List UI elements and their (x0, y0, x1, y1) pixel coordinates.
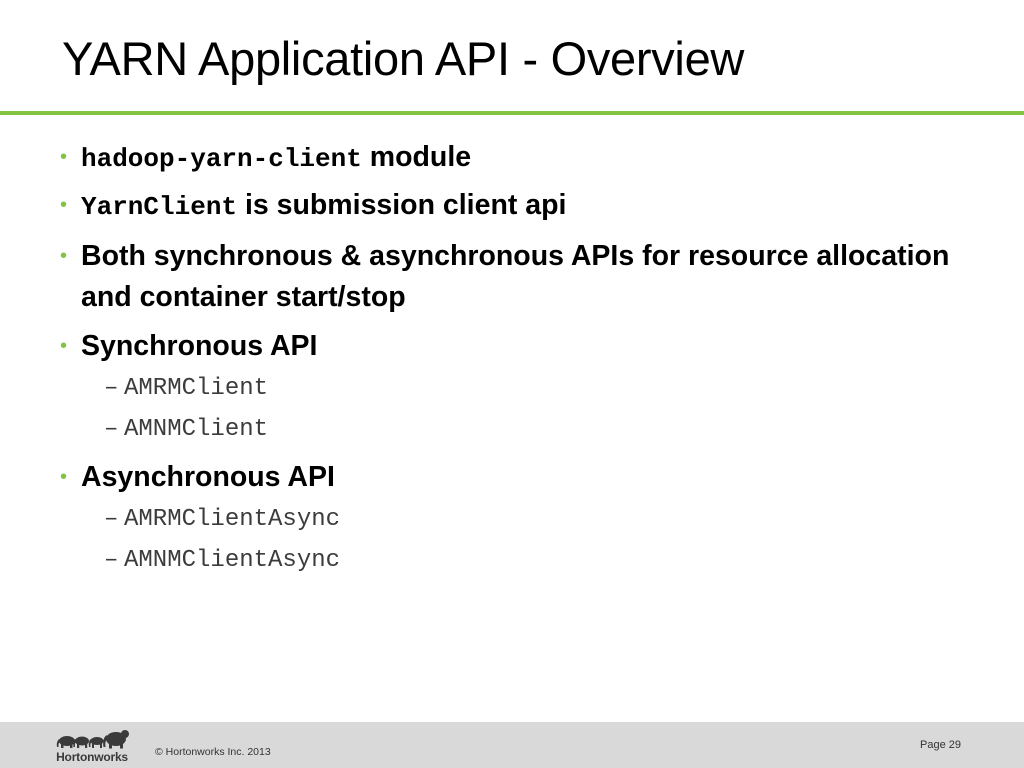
logo-wordmark: Hortonworks (56, 750, 128, 764)
copyright-text: © Hortonworks Inc. 2013 (155, 746, 271, 758)
sub-bullet-item: – AMRMClientAsync (104, 505, 340, 535)
bullet-item: • Synchronous API (60, 326, 960, 367)
bullet-text: Asynchronous API (81, 461, 335, 493)
bullet-icon: • (60, 466, 68, 488)
sub-bullet-item: – AMRMClient (104, 374, 268, 404)
bullet-label: is submission client api (237, 189, 567, 221)
dash-icon: – (104, 506, 119, 533)
sub-bullet-item: – AMNMClientAsync (104, 546, 340, 576)
bullet-icon: • (60, 194, 68, 216)
bullet-code: YarnClient (81, 192, 238, 222)
sub-bullet-item: – AMNMClient (104, 415, 268, 445)
bullet-text: YarnClient is submission client api (81, 185, 960, 228)
bullet-text: hadoop-yarn-client module (81, 137, 960, 180)
bullet-text: Both synchronous & asynchronous APIs for… (81, 240, 950, 313)
slide-footer: Hortonworks © Hortonworks Inc. 2013 Page… (0, 722, 1024, 768)
bullet-item: • hadoop-yarn-client module (60, 137, 960, 180)
bullet-icon: • (60, 146, 68, 168)
dash-icon: – (104, 375, 119, 402)
page-number: Page 29 (920, 739, 961, 751)
bullet-item: • Both synchronous & asynchronous APIs f… (60, 236, 960, 318)
bullet-icon: • (60, 245, 68, 267)
sub-bullet-text: AMNMClientAsync (124, 547, 341, 574)
bullet-text: Synchronous API (81, 330, 318, 362)
sub-bullet-text: AMRMClient (124, 375, 269, 402)
sub-bullet-text: AMNMClient (124, 416, 269, 443)
hortonworks-logo: Hortonworks (50, 730, 134, 764)
dash-icon: – (104, 416, 119, 443)
bullet-code: hadoop-yarn-client (81, 144, 362, 174)
bullet-item: • YarnClient is submission client api (60, 185, 960, 228)
bullet-item: • Asynchronous API (60, 457, 960, 498)
elephant-herd-icon (56, 730, 129, 749)
bullet-label: module (361, 141, 472, 173)
bullet-icon: • (60, 335, 68, 357)
title-divider (0, 111, 1024, 115)
sub-bullet-text: AMRMClientAsync (124, 506, 341, 533)
dash-icon: – (104, 547, 119, 574)
slide-title: YARN Application API - Overview (62, 32, 745, 85)
